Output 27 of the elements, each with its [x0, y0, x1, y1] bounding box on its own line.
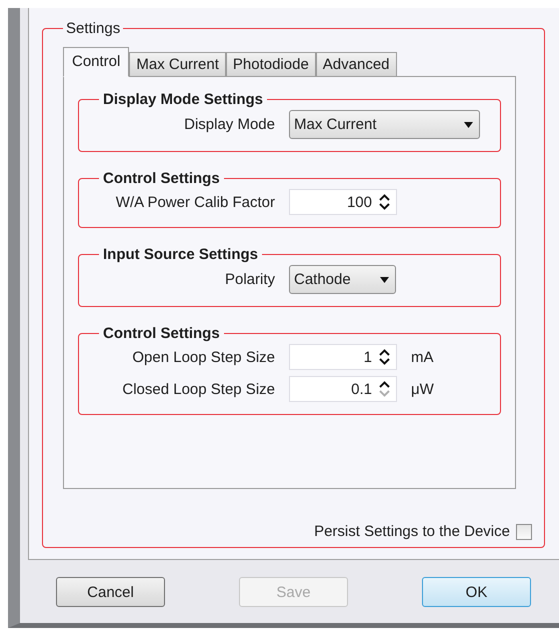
unit-label: μW	[411, 380, 435, 398]
spinner-field[interactable]: 1	[289, 344, 397, 370]
field-label: Display Mode	[183, 116, 275, 133]
caret-icon	[380, 276, 389, 282]
group-title: Settings	[65, 20, 122, 37]
dialog-button[interactable]: Cancel	[56, 577, 165, 607]
checkbox-label: Persist Settings to the Device	[314, 523, 510, 540]
group-title: Input Source Settings	[102, 246, 260, 263]
group-title: Control Settings	[102, 170, 221, 187]
tab[interactable]: Photodiode	[226, 52, 316, 77]
caret-icon	[464, 122, 473, 128]
unit-label: mA	[411, 348, 434, 366]
field-label: Closed Loop Step Size	[121, 380, 275, 398]
checkbox[interactable]	[516, 524, 532, 540]
spinner-field[interactable]: 100	[289, 189, 397, 215]
dropdown[interactable]: Max Current	[289, 110, 480, 139]
group-title: Display Mode Settings	[102, 91, 264, 108]
tab[interactable]: Advanced	[316, 52, 397, 77]
spinner-field[interactable]: 0.1	[289, 376, 397, 402]
field-label: W/A Power Calib Factor	[114, 194, 275, 210]
dialog-button[interactable]: OK	[422, 577, 531, 607]
tab[interactable]: Max Current	[129, 52, 226, 77]
dropdown[interactable]: Cathode	[289, 265, 396, 294]
field-label: Polarity	[224, 271, 275, 288]
group-title: Control Settings	[102, 325, 221, 342]
tab[interactable]: Control	[63, 47, 130, 77]
field-label: Open Loop Step Size	[131, 348, 275, 366]
